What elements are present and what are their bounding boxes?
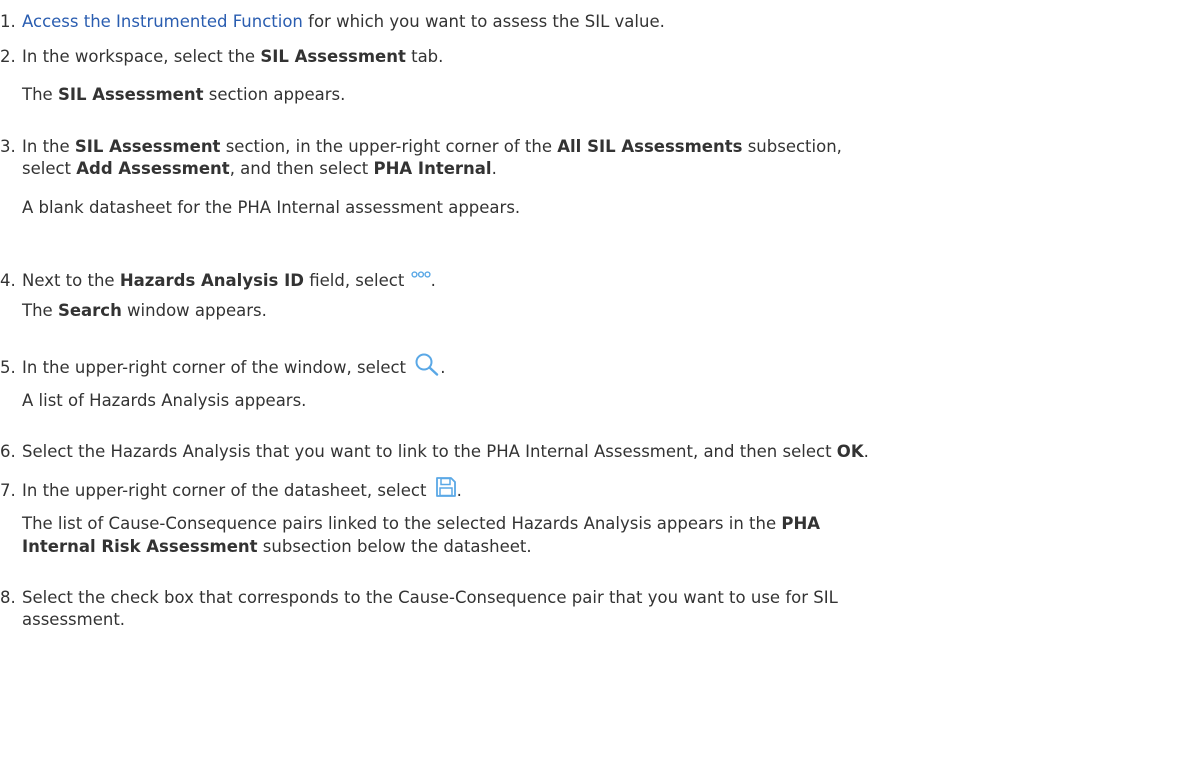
step-3-continued: select Add Assessment, and then select P…	[22, 158, 497, 180]
result-text: The	[22, 301, 58, 320]
step-7: 7. In the upper-right corner of the datas…	[0, 476, 462, 504]
step-text: In the	[22, 137, 75, 156]
step-6: 6. Select the Hazards Analysis that you w…	[0, 441, 869, 463]
save-icon	[435, 476, 457, 504]
step-number: 7.	[0, 481, 16, 500]
ui-term: Add Assessment	[76, 159, 230, 178]
step-4-result: The Search window appears.	[22, 300, 267, 322]
step-3: 3. In the SIL Assessment section, in the …	[0, 136, 842, 158]
result-text: A blank datasheet for the PHA Internal a…	[22, 198, 521, 217]
ui-term: SIL Assessment	[74, 137, 221, 156]
result-text: window appears.	[121, 301, 267, 320]
result-text: The	[22, 85, 58, 104]
step-2: 2. In the workspace, select the SIL Asses…	[0, 46, 443, 68]
step-text: , and then select	[229, 159, 374, 178]
result-text: subsection below the datasheet.	[257, 537, 532, 556]
step-text: field, select	[303, 271, 410, 290]
step-text: Select the check box that corresponds to…	[22, 588, 838, 607]
more-options-icon	[410, 262, 431, 284]
step-number: 2.	[0, 47, 16, 66]
step-text: select	[22, 159, 77, 178]
step-text: In the workspace, select the	[22, 47, 261, 66]
step-1: 1. Access the Instrumented Function for w…	[0, 11, 665, 33]
step-number: 3.	[0, 137, 16, 156]
step-8-continued: assessment.	[22, 609, 125, 631]
step-text: .	[863, 442, 869, 461]
step-text: Select the Hazards Analysis that you wan…	[22, 442, 837, 461]
step-4: 4. Next to the Hazards Analysis ID field,…	[0, 262, 436, 292]
step-number: 4.	[0, 271, 16, 290]
step-7-result: The list of Cause-Consequence pairs link…	[22, 513, 820, 535]
step-number: 5.	[0, 358, 16, 377]
step-text: subsection,	[742, 137, 842, 156]
access-instrumented-function-link[interactable]: Access the Instrumented Function	[22, 12, 303, 31]
ui-term: OK	[836, 442, 864, 461]
step-text: assessment.	[22, 610, 126, 629]
ui-term: PHA Internal	[373, 159, 492, 178]
ui-term: Hazards Analysis ID	[119, 271, 304, 290]
step-7-result-continued: Internal Risk Assessment subsection belo…	[22, 536, 532, 558]
step-2-result: The SIL Assessment section appears.	[22, 84, 345, 106]
step-text: In the upper-right corner of the datashe…	[22, 481, 432, 500]
step-text: .	[456, 481, 462, 500]
result-text: section appears.	[203, 85, 346, 104]
step-5: 5. In the upper-right corner of the windo…	[0, 352, 446, 382]
step-number: 1.	[0, 12, 16, 31]
ui-term: Internal Risk Assessment	[22, 537, 258, 556]
search-icon	[414, 352, 440, 382]
step-text: In the upper-right corner of the window,…	[22, 358, 412, 377]
ui-term: SIL Assessment	[260, 47, 406, 66]
result-text: A list of Hazards Analysis appears.	[22, 391, 307, 410]
step-text: for which you want to assess the SIL val…	[302, 12, 665, 31]
step-text: .	[440, 358, 446, 377]
step-number: 6.	[0, 442, 16, 461]
ui-term: SIL Assessment	[57, 85, 204, 104]
step-3-result: A blank datasheet for the PHA Internal a…	[22, 197, 520, 219]
step-8: 8. Select the check box that corresponds …	[0, 587, 838, 609]
procedure-steps: 1. Access the Instrumented Function for w…	[0, 0, 1195, 764]
step-text: section, in the upper-right corner of th…	[220, 137, 558, 156]
step-text: .	[491, 159, 497, 178]
ui-term: Search	[57, 301, 122, 320]
step-number: 8.	[0, 588, 16, 607]
ui-term: PHA	[781, 514, 821, 533]
step-text: .	[430, 271, 436, 290]
result-text: The list of Cause-Consequence pairs link…	[22, 514, 782, 533]
ui-term: All SIL Assessments	[557, 137, 743, 156]
step-text: Next to the	[22, 271, 120, 290]
step-5-result: A list of Hazards Analysis appears.	[22, 390, 306, 412]
step-text: tab.	[405, 47, 444, 66]
